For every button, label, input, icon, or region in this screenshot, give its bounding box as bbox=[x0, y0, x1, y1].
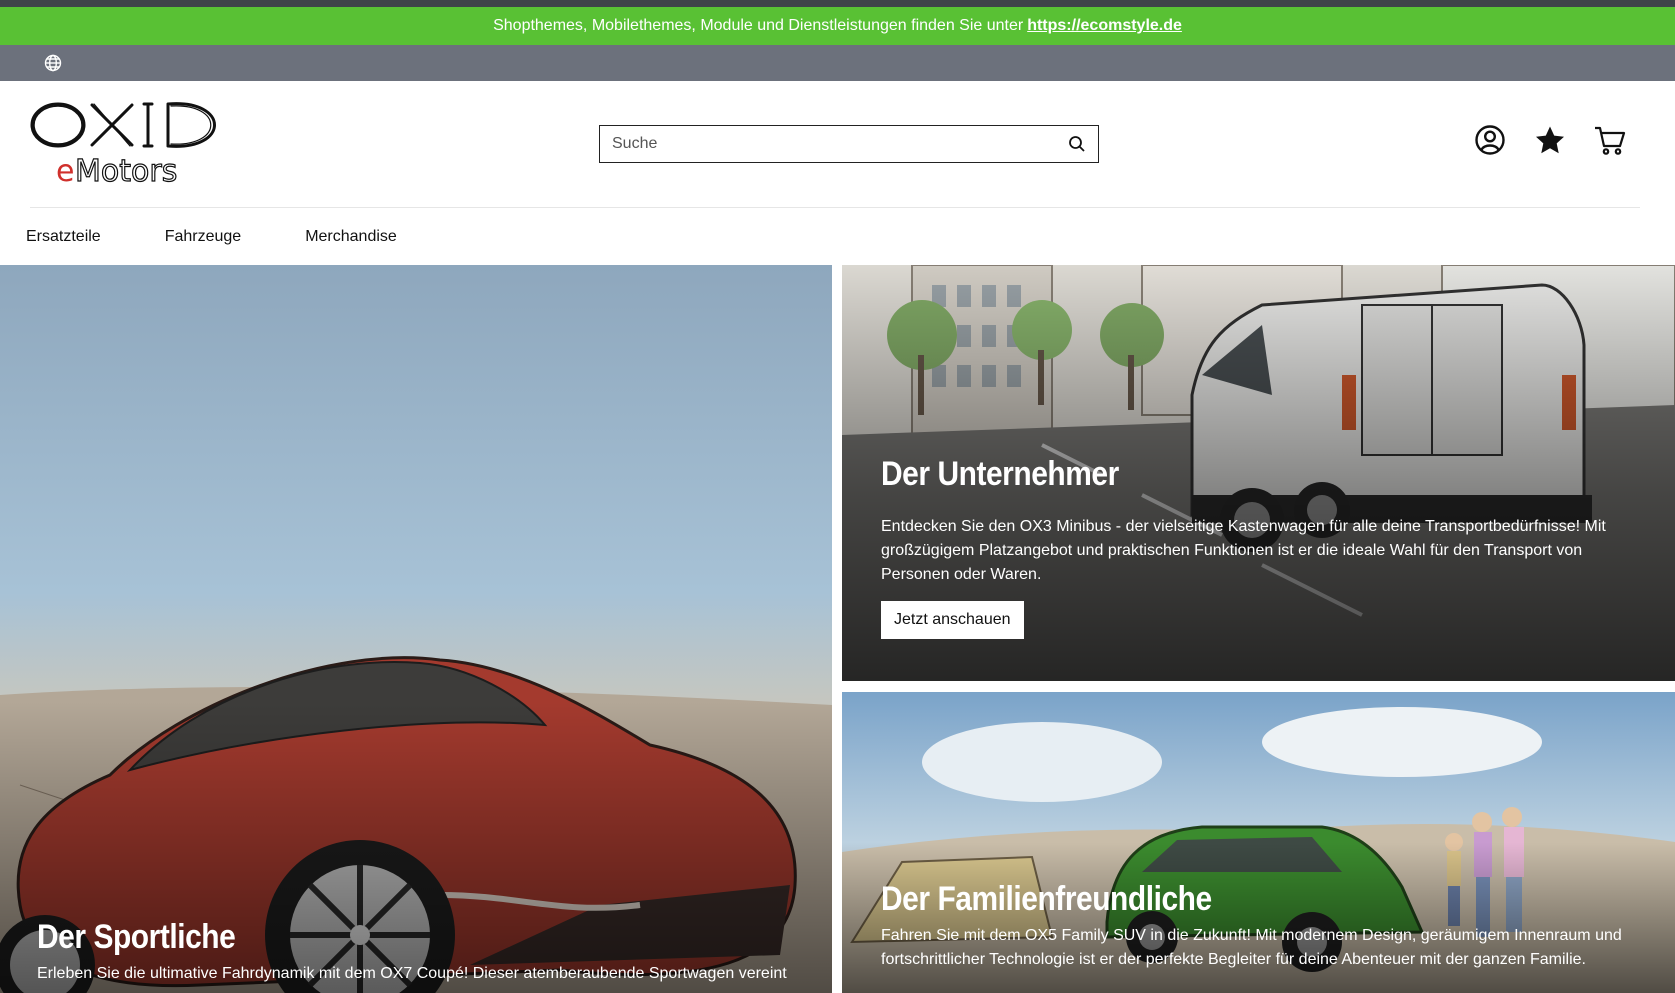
top-strip bbox=[0, 0, 1675, 7]
tile-text: Erleben Sie die ultimative Fahrdynamik m… bbox=[37, 965, 787, 982]
promo-tiles: Der Sportliche Erleben Sie die ultimativ… bbox=[0, 265, 1675, 993]
main-navigation: Ersatzteile Fahrzeuge Merchandise bbox=[0, 208, 1675, 265]
tile-text: Fahren Sie mit dem OX5 Family SUV in die… bbox=[881, 927, 1622, 968]
tile-title: Der Unternehmer bbox=[881, 455, 1119, 493]
svg-text:e: e bbox=[56, 154, 74, 189]
shop-logo[interactable]: e Motors bbox=[30, 99, 240, 191]
header-actions bbox=[1473, 123, 1627, 157]
account-icon[interactable] bbox=[1473, 123, 1507, 157]
search-box bbox=[599, 125, 1099, 163]
tile-sports-car[interactable]: Der Sportliche Erleben Sie die ultimativ… bbox=[0, 265, 832, 993]
tile-van[interactable]: Der Unternehmer Entdecken Sie den OX3 Mi… bbox=[842, 265, 1675, 681]
tile-family-suv[interactable]: Der Familienfreundliche Fahren Sie mit d… bbox=[842, 692, 1675, 993]
nav-item-fahrzeuge[interactable]: Fahrzeuge bbox=[165, 228, 242, 246]
search-input[interactable] bbox=[600, 126, 1056, 162]
cart-icon[interactable] bbox=[1593, 123, 1627, 157]
language-bar bbox=[0, 45, 1675, 81]
svg-text:Motors: Motors bbox=[75, 154, 177, 189]
promo-link[interactable]: https://ecomstyle.de bbox=[1027, 17, 1182, 35]
promo-banner: Shopthemes, Mobilethemes, Module und Die… bbox=[0, 7, 1675, 45]
nav-item-ersatzteile[interactable]: Ersatzteile bbox=[26, 228, 101, 246]
sports-car-illustration bbox=[0, 265, 832, 993]
site-header: e Motors bbox=[0, 81, 1675, 208]
globe-icon[interactable] bbox=[43, 53, 63, 73]
tile-title: Der Familienfreundliche bbox=[881, 880, 1212, 918]
tile-text: Entdecken Sie den OX3 Minibus - der viel… bbox=[881, 518, 1606, 583]
search-icon[interactable] bbox=[1056, 126, 1098, 162]
promo-text: Shopthemes, Mobilethemes, Module und Die… bbox=[493, 17, 1024, 34]
view-now-button[interactable]: Jetzt anschauen bbox=[881, 601, 1024, 639]
nav-item-merchandise[interactable]: Merchandise bbox=[305, 228, 397, 246]
wishlist-star-icon[interactable] bbox=[1533, 123, 1567, 157]
tile-title: Der Sportliche bbox=[37, 918, 236, 956]
